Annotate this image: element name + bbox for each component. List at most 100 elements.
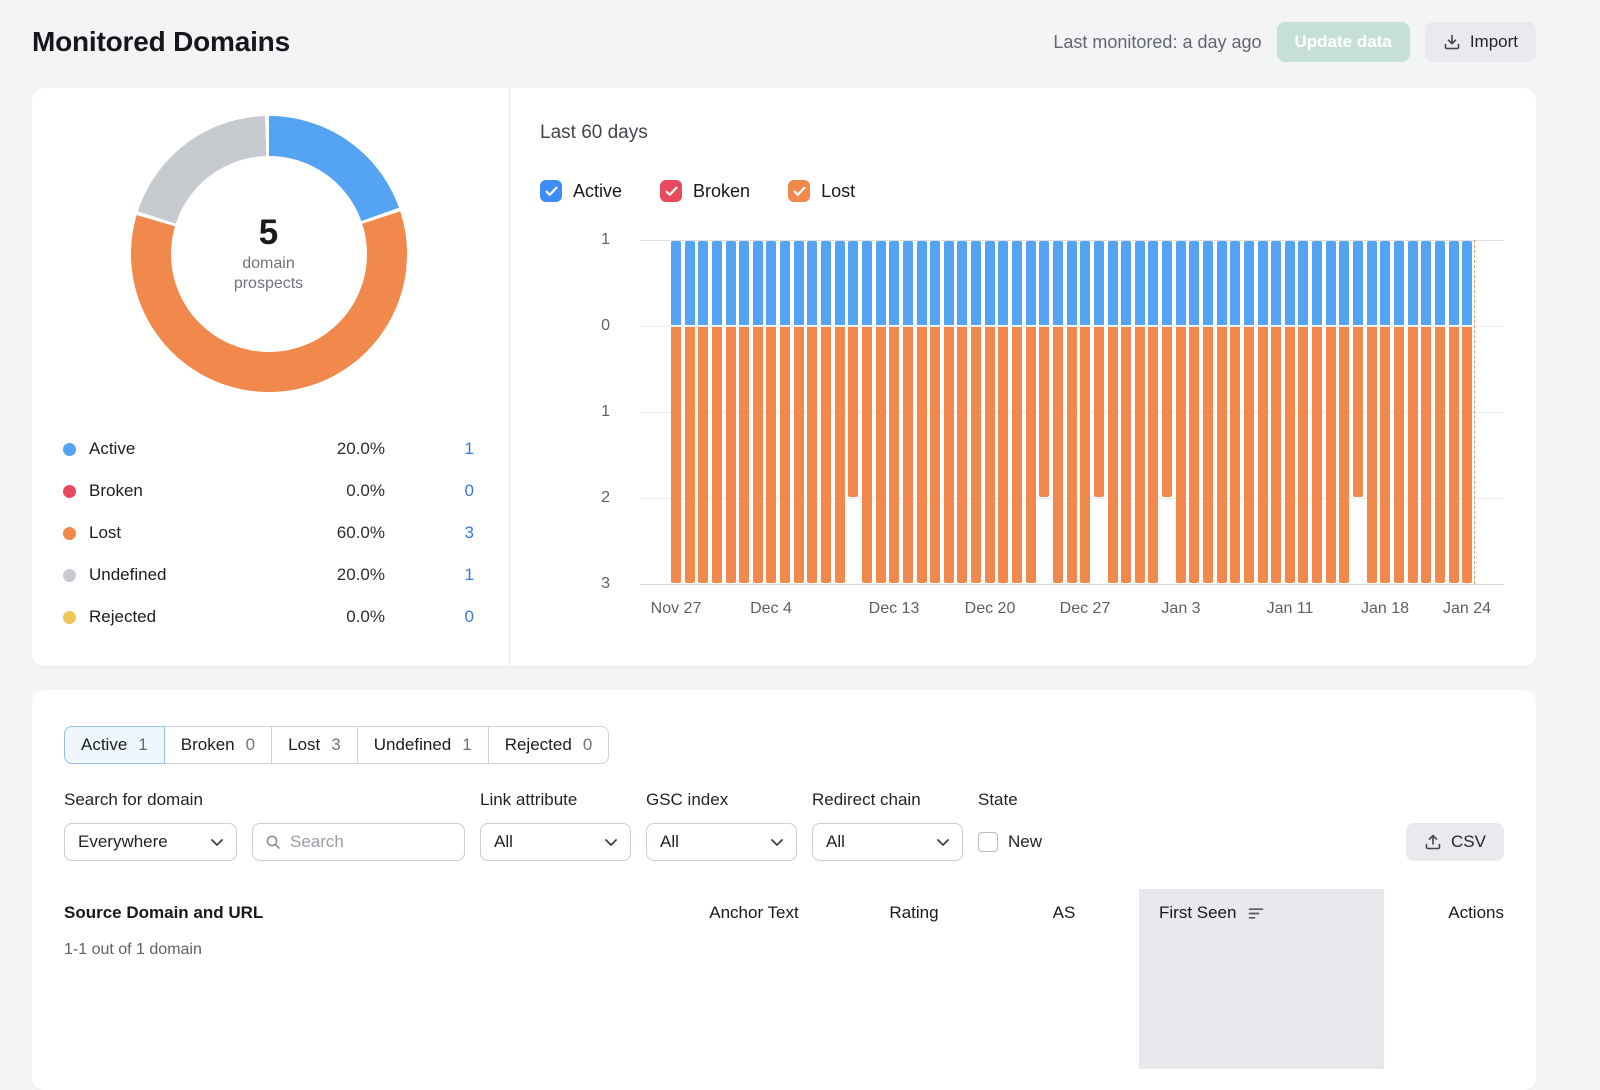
tab-broken[interactable]: Broken0 [164,726,272,764]
update-data-button[interactable]: Update data [1277,22,1410,62]
bar-day-35[interactable] [1148,240,1158,584]
search-scope-dropdown[interactable]: Everywhere [64,823,237,861]
bar-day-16[interactable] [889,240,899,584]
bar-day-52[interactable] [1380,240,1390,584]
search-filter-label: Search for domain [64,790,465,810]
bar-day-36[interactable] [1162,240,1172,584]
gsc-index-select[interactable]: All [646,823,797,861]
toggle-active[interactable]: Active [540,180,622,202]
bar-day-50[interactable] [1353,240,1363,584]
toggle-broken[interactable]: Broken [660,180,750,202]
bar-day-30[interactable] [1080,240,1090,584]
col-first-seen[interactable]: First Seen [1139,903,1384,923]
legend-count-link[interactable]: 1 [385,439,474,459]
bar-day-58[interactable] [1462,240,1472,584]
bar-segment-active [685,241,695,325]
bar-day-40[interactable] [1217,240,1227,584]
checkbox-new-box[interactable] [978,832,998,852]
import-button[interactable]: Import [1425,22,1536,62]
bar-day-10[interactable] [807,240,817,584]
bar-day-32[interactable] [1108,240,1118,584]
redirect-chain-select[interactable]: All [812,823,963,861]
tab-undefined[interactable]: Undefined1 [357,726,489,764]
bar-day-42[interactable] [1244,240,1254,584]
col-as[interactable]: AS [989,903,1139,923]
bar-day-38[interactable] [1189,240,1199,584]
bar-segment-active [1244,241,1254,325]
bar-day-55[interactable] [1421,240,1431,584]
bar-day-5[interactable] [739,240,749,584]
bar-day-25[interactable] [1012,240,1022,584]
bar-day-18[interactable] [917,240,927,584]
sort-descending-icon[interactable] [1248,907,1264,920]
new-checkbox[interactable]: New [978,823,1042,861]
bar-day-37[interactable] [1176,240,1186,584]
bar-day-4[interactable] [726,240,736,584]
bar-day-22[interactable] [971,240,981,584]
bar-day-34[interactable] [1135,240,1145,584]
bar-day-13[interactable] [848,240,858,584]
tab-lost[interactable]: Lost3 [271,726,358,764]
bar-day-0[interactable] [671,240,681,584]
bar-day-33[interactable] [1121,240,1131,584]
checkbox-broken-icon[interactable] [660,180,682,202]
bars [640,240,1504,584]
bar-day-6[interactable] [753,240,763,584]
legend-percent: 0.0% [285,607,385,627]
legend-count-link[interactable]: 3 [385,523,474,543]
bar-day-21[interactable] [957,240,967,584]
legend-count-link[interactable]: 0 [385,607,474,627]
bar-day-46[interactable] [1298,240,1308,584]
bar-day-57[interactable] [1449,240,1459,584]
bar-day-51[interactable] [1367,240,1377,584]
bar-day-27[interactable] [1039,240,1049,584]
checkbox-active-icon[interactable] [540,180,562,202]
tab-rejected[interactable]: Rejected0 [488,726,610,764]
bar-day-43[interactable] [1258,240,1268,584]
bar-day-56[interactable] [1435,240,1445,584]
bar-day-23[interactable] [985,240,995,584]
col-source-domain[interactable]: Source Domain and URL [64,903,669,923]
bar-day-19[interactable] [930,240,940,584]
bar-day-26[interactable] [1026,240,1036,584]
bar-day-2[interactable] [698,240,708,584]
tab-active[interactable]: Active1 [64,726,165,764]
bar-day-53[interactable] [1394,240,1404,584]
bar-day-54[interactable] [1408,240,1418,584]
bar-segment-active [1339,241,1349,325]
x-tick-label: Dec 20 [965,600,1016,618]
bar-day-29[interactable] [1067,240,1077,584]
chart-title: Last 60 days [540,122,1504,144]
bar-day-9[interactable] [794,240,804,584]
bar-day-49[interactable] [1339,240,1349,584]
bar-day-7[interactable] [766,240,776,584]
bar-day-12[interactable] [835,240,845,584]
checkbox-lost-icon[interactable] [788,180,810,202]
bar-day-48[interactable] [1326,240,1336,584]
bar-day-31[interactable] [1094,240,1104,584]
domain-search-input[interactable] [290,832,452,852]
col-anchor-text[interactable]: Anchor Text [669,903,839,923]
bar-day-15[interactable] [876,240,886,584]
legend-count-link[interactable]: 1 [385,565,474,585]
export-csv-button[interactable]: CSV [1406,823,1504,861]
col-rating[interactable]: Rating [839,903,989,923]
bar-day-8[interactable] [780,240,790,584]
bar-day-24[interactable] [998,240,1008,584]
link-attribute-select[interactable]: All [480,823,631,861]
bar-day-1[interactable] [685,240,695,584]
bar-day-45[interactable] [1285,240,1295,584]
legend-count-link[interactable]: 0 [385,481,474,501]
bar-day-41[interactable] [1230,240,1240,584]
bar-day-39[interactable] [1203,240,1213,584]
bar-day-47[interactable] [1312,240,1322,584]
bar-day-44[interactable] [1271,240,1281,584]
tab-count: 1 [138,735,147,755]
bar-day-14[interactable] [862,240,872,584]
toggle-lost[interactable]: Lost [788,180,855,202]
bar-day-11[interactable] [821,240,831,584]
bar-day-20[interactable] [944,240,954,584]
bar-day-17[interactable] [903,240,913,584]
bar-day-28[interactable] [1053,240,1063,584]
bar-day-3[interactable] [712,240,722,584]
